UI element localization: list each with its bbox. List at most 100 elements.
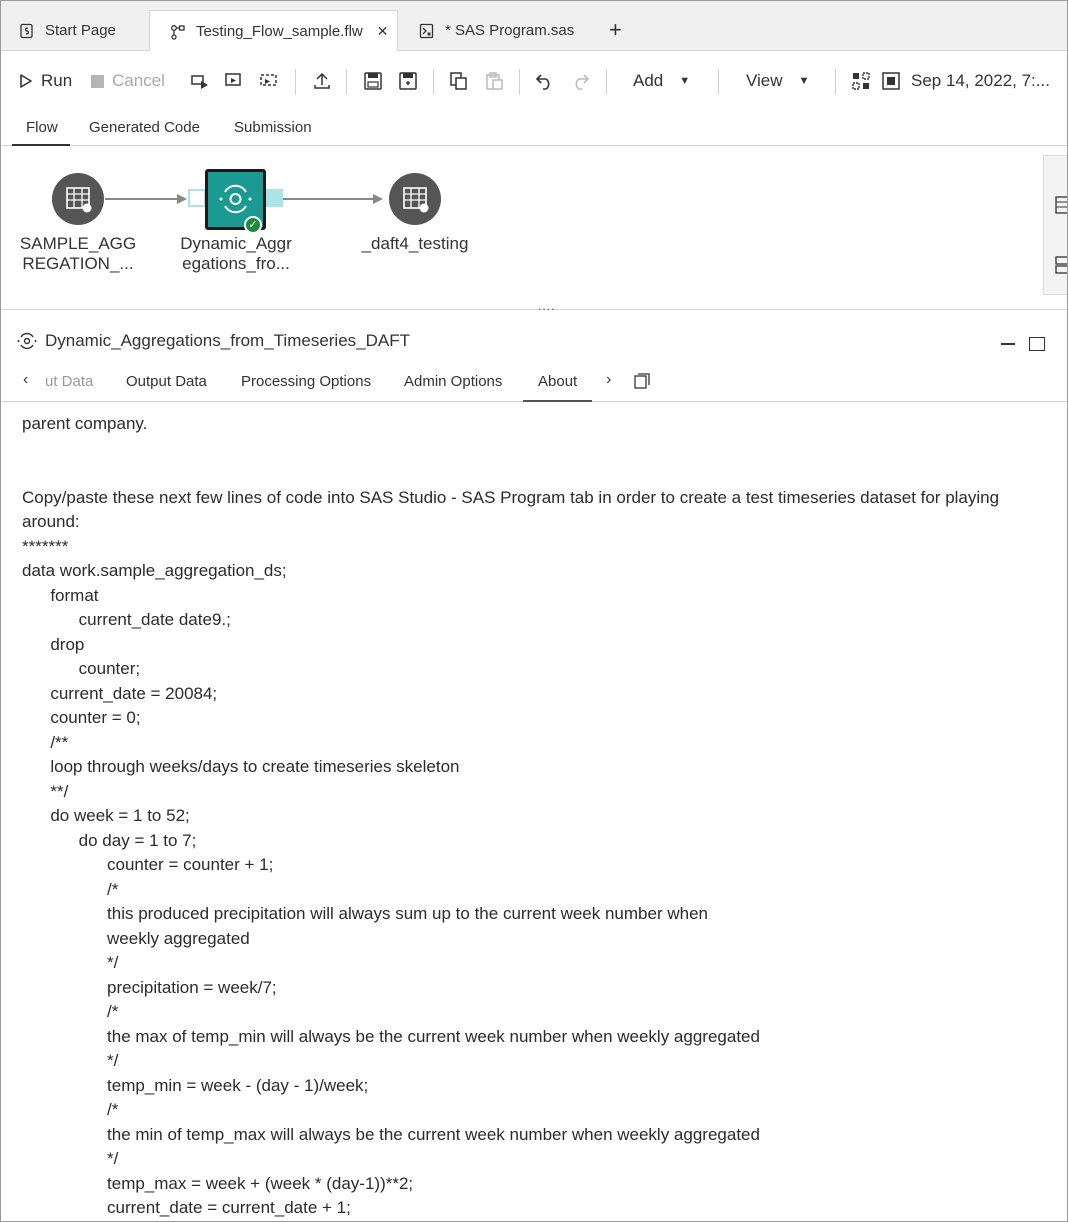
upload-icon[interactable]: [312, 71, 332, 91]
start-page-icon: [19, 23, 35, 39]
timestamp: Sep 14, 2022, 7:...: [911, 71, 1050, 90]
save-icon[interactable]: [363, 71, 383, 91]
tab-flow-file-label: Testing_Flow_sample.flw: [196, 23, 363, 40]
about-text: parent company. Copy/paste these next fe…: [22, 412, 1057, 1221]
input-port[interactable]: [188, 189, 206, 207]
about-intro: parent company.: [22, 414, 148, 433]
tab-generated-code[interactable]: Generated Code: [89, 119, 200, 136]
code-line: data work.sample_aggregation_ds;: [22, 561, 287, 580]
tab-admin-options[interactable]: Admin Options: [404, 373, 502, 390]
undo-icon[interactable]: [535, 71, 555, 91]
code-line: the max of temp_min will always be the c…: [22, 1026, 760, 1046]
aggregation-step-icon: [17, 332, 37, 350]
layers-icon[interactable]: [1055, 256, 1067, 274]
code-line: /**: [22, 732, 69, 752]
canvas-side-rail: [1043, 155, 1067, 295]
save-as-icon[interactable]: [398, 71, 418, 91]
add-menu-button[interactable]: Add ▼: [633, 71, 690, 91]
code-line: counter = counter + 1;: [22, 855, 274, 874]
flow-connector: [283, 194, 383, 204]
code-line: the min of temp_max will always be the c…: [22, 1124, 760, 1144]
tab-start-page-label: Start Page: [45, 22, 116, 39]
chevron-left-icon[interactable]: ‹: [23, 371, 28, 389]
code-line: */: [22, 953, 119, 972]
paste-icon[interactable]: [484, 71, 504, 91]
tab-flow-file[interactable]: Testing_Flow_sample.flw ✕: [149, 10, 398, 52]
table-icon: [66, 187, 92, 213]
code-line: temp_max = week + (week * (day-1))**2;: [22, 1173, 414, 1193]
view-menu-label: View: [746, 71, 783, 90]
code-line: /*: [22, 879, 119, 899]
copy-icon[interactable]: [449, 71, 469, 91]
code-line: /*: [22, 1002, 119, 1021]
add-tab-icon[interactable]: +: [609, 17, 622, 43]
run-to-node-icon[interactable]: [259, 71, 279, 91]
flow-canvas[interactable]: SAMPLE_AGG REGATION_... ✓ Dynamic_Aggr e…: [1, 147, 1067, 313]
cancel-button[interactable]: Cancel: [91, 71, 165, 91]
panel-title: Dynamic_Aggregations_from_Timeseries_DAF…: [45, 331, 411, 350]
about-copy-note: Copy/paste these next few lines of code …: [22, 487, 1000, 532]
run-selected-node-icon[interactable]: [190, 71, 210, 91]
flow-icon: [170, 24, 186, 40]
toolbar: Run Cancel Add ▼ View ▼ Sep 14, 2022, 7:…: [1, 51, 1067, 109]
table-node-daft4-testing[interactable]: [389, 173, 441, 225]
toolbar-divider: [718, 69, 719, 95]
toolbar-divider: [519, 69, 520, 95]
tab-flow[interactable]: Flow: [12, 119, 70, 146]
code-sample: ******* data work.sample_aggregation_ds; …: [22, 535, 1057, 1221]
splitter-grip[interactable]: ....: [538, 299, 555, 313]
maximize-icon[interactable]: [1029, 337, 1045, 351]
table-icon: [403, 187, 429, 213]
code-line: /*: [22, 1100, 119, 1119]
output-port[interactable]: [265, 189, 283, 207]
about-blank-line: [22, 437, 1057, 462]
run-icon: [20, 74, 32, 88]
cancel-label: Cancel: [112, 71, 165, 90]
close-icon[interactable]: ✕: [377, 23, 389, 40]
code-line: current_date = 20084;: [22, 683, 218, 703]
run-button[interactable]: Run: [19, 71, 72, 91]
code-line: loop through weeks/days to create timese…: [22, 757, 460, 776]
chevron-right-icon[interactable]: ›: [606, 371, 611, 389]
detach-panel-icon[interactable]: [634, 373, 650, 389]
chevron-down-icon: ▼: [679, 75, 691, 87]
flow-view-tabs: Flow Generated Code Submission: [1, 109, 1067, 146]
code-line: weekly aggregated: [22, 928, 250, 948]
layout-icon[interactable]: [851, 71, 871, 91]
document-tab-bar: Start Page Testing_Flow_sample.flw ✕ * S…: [1, 1, 1067, 52]
tab-sas-program-label: * SAS Program.sas: [445, 22, 575, 39]
add-menu-label: Add: [633, 71, 664, 90]
toolbar-divider: [295, 69, 296, 95]
success-check-icon: ✓: [244, 216, 262, 234]
tab-output-data[interactable]: Output Data: [126, 373, 207, 390]
tab-submission[interactable]: Submission: [234, 119, 312, 136]
properties-tabs: ‹ ut Data Output Data Processing Options…: [1, 361, 1067, 402]
tab-processing-options[interactable]: Processing Options: [241, 373, 371, 390]
code-line: */: [22, 1149, 119, 1168]
node-label: SAMPLE_AGG REGATION_...: [19, 234, 137, 273]
code-line: *******: [22, 536, 69, 556]
code-line: current_date = current_date + 1;: [22, 1198, 351, 1217]
tab-about[interactable]: About: [523, 373, 593, 402]
minimize-icon[interactable]: [1001, 343, 1015, 345]
code-line: precipitation = week/7;: [22, 977, 277, 997]
code-line: this produced precipitation will always …: [22, 904, 708, 923]
tab-start-page[interactable]: Start Page: [19, 10, 116, 51]
code-line: drop: [22, 634, 85, 654]
code-line: **/: [22, 781, 69, 801]
properties-panel-header: Dynamic_Aggregations_from_Timeseries_DAF…: [1, 323, 1067, 359]
table-list-icon[interactable]: [1055, 196, 1067, 214]
run-label: Run: [41, 71, 73, 90]
code-line: counter = 0;: [22, 708, 141, 727]
run-from-node-icon[interactable]: [224, 71, 244, 91]
last-run-icon: [882, 72, 900, 90]
toolbar-divider: [346, 69, 347, 95]
node-label: _daft4_testing: [361, 234, 469, 253]
tab-sas-program[interactable]: * SAS Program.sas: [419, 10, 574, 51]
view-menu-button[interactable]: View ▼: [746, 71, 809, 91]
redo-icon[interactable]: [570, 71, 590, 91]
tab-input-data[interactable]: ut Data: [45, 373, 93, 390]
table-node-sample-aggregation[interactable]: [52, 173, 104, 225]
chevron-down-icon: ▼: [798, 75, 810, 87]
toolbar-divider: [835, 69, 836, 95]
